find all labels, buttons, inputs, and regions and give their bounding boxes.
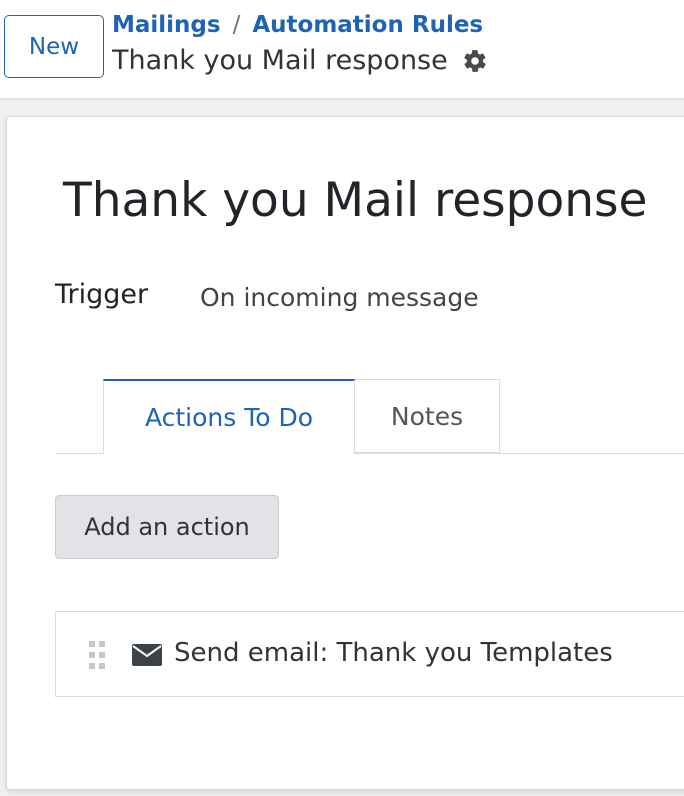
breadcrumb-link-automation-rules[interactable]: Automation Rules bbox=[252, 12, 483, 38]
form-view: Thank you Mail response Trigger On incom… bbox=[0, 100, 684, 796]
trigger-label: Trigger bbox=[55, 279, 149, 310]
rule-name-field[interactable]: Thank you Mail response bbox=[63, 173, 647, 228]
gear-icon[interactable] bbox=[462, 48, 488, 74]
trigger-field[interactable]: On incoming message bbox=[200, 283, 479, 312]
new-button[interactable]: New bbox=[4, 15, 104, 78]
control-panel: New Mailings / Automation Rules Thank you … bbox=[0, 0, 684, 100]
breadcrumb-link-mailings[interactable]: Mailings bbox=[112, 12, 221, 38]
envelope-icon bbox=[132, 644, 162, 666]
record-name-label: Thank you Mail response bbox=[112, 45, 448, 76]
action-label: Send email: Thank you Templates bbox=[174, 638, 613, 668]
form-sheet: Thank you Mail response Trigger On incom… bbox=[6, 116, 684, 790]
record-name: Thank you Mail response bbox=[112, 45, 488, 76]
tab-actions-to-do[interactable]: Actions To Do bbox=[103, 379, 355, 454]
add-action-button[interactable]: Add an action bbox=[55, 495, 279, 559]
action-list: Send email: Thank you Templates bbox=[55, 611, 684, 697]
drag-handle-icon[interactable] bbox=[88, 640, 106, 670]
breadcrumb: Mailings / Automation Rules bbox=[112, 12, 483, 38]
breadcrumb-separator: / bbox=[232, 12, 241, 38]
list-item[interactable]: Send email: Thank you Templates bbox=[56, 612, 684, 696]
tab-notes[interactable]: Notes bbox=[355, 379, 500, 453]
